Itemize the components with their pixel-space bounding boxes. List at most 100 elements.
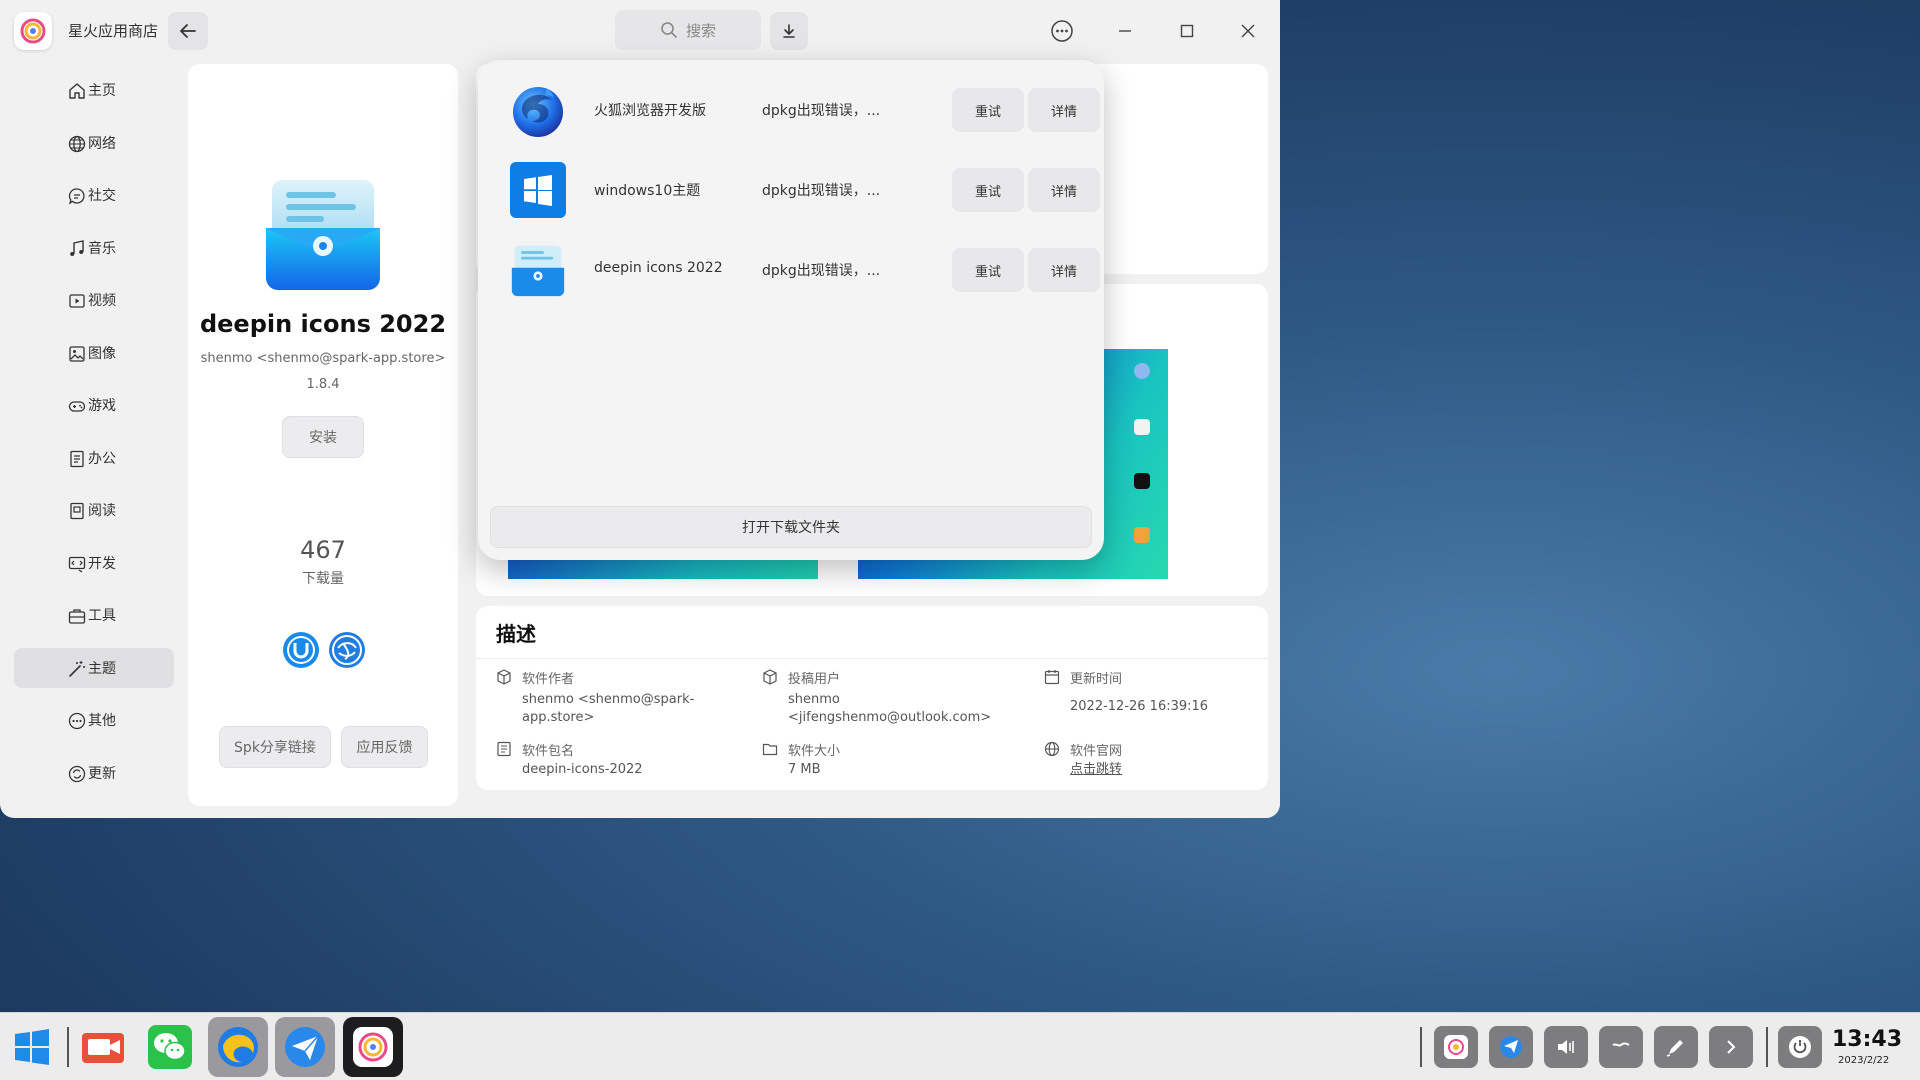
video-icon — [69, 294, 85, 308]
tray-expand-button[interactable] — [1709, 1026, 1753, 1068]
field-value: shenmo — [788, 692, 840, 707]
deepin-icons-icon — [510, 242, 566, 298]
maximize-button[interactable] — [1170, 14, 1204, 48]
windows-logo-icon — [510, 162, 566, 218]
open-download-folder-button[interactable]: 打开下载文件夹 — [490, 506, 1092, 548]
share-link-button[interactable]: Spk分享链接 — [219, 726, 331, 768]
app-author: shenmo <shenmo@spark-app.store> — [200, 351, 446, 366]
music-note-icon — [70, 239, 84, 256]
retry-button[interactable]: 重试 — [952, 168, 1024, 212]
sidebar-item-tools[interactable]: 工具 — [14, 595, 174, 635]
taskbar-separator — [1420, 1027, 1422, 1067]
image-icon — [69, 345, 85, 362]
field-value: <jifengshenmo@outlook.com> — [788, 710, 992, 725]
sidebar-item-development[interactable]: 开发 — [14, 543, 174, 583]
search-input[interactable]: 搜索 — [615, 10, 761, 50]
sidebar-item-updates[interactable]: 更新 — [14, 753, 174, 793]
maximize-icon — [1180, 24, 1194, 38]
back-button[interactable] — [168, 12, 208, 50]
calendar-icon — [1044, 670, 1060, 685]
browser-icon — [218, 1027, 258, 1067]
taskbar-app-spark-store[interactable] — [343, 1017, 403, 1077]
sidebar-item-label: 图像 — [88, 345, 116, 362]
sidebar-item-label: 网络 — [88, 135, 116, 152]
sidebar-item-other[interactable]: 其他 — [14, 700, 174, 740]
menu-button[interactable] — [1045, 14, 1079, 48]
install-button[interactable]: 安装 — [282, 416, 364, 458]
sidebar-item-label: 阅读 — [88, 503, 116, 519]
sidebar-item-games[interactable]: 游戏 — [14, 385, 174, 425]
website-field: 软件官网 点击跳转 — [1044, 740, 1254, 779]
clock-time[interactable]: 13:43 — [1832, 1027, 1902, 1052]
wired-network-icon — [1612, 1042, 1630, 1047]
sidebar-item-home[interactable]: 主页 — [14, 70, 174, 110]
printer-icon — [1134, 419, 1150, 435]
download-item-name: windows10主题 — [594, 183, 701, 199]
download-item-status: dpkg出现错误，... — [762, 263, 881, 279]
feedback-button[interactable]: 应用反馈 — [341, 726, 428, 768]
code-icon — [68, 556, 86, 573]
taskbar: 13:43 2023/2/22 — [0, 1012, 1920, 1080]
spark-store-logo-icon — [353, 1027, 393, 1067]
firefox-dev-icon — [510, 82, 566, 138]
taskbar-separator — [67, 1027, 69, 1067]
package-box-icon — [497, 669, 511, 685]
tray-spark-store[interactable] — [1434, 1026, 1478, 1068]
folder-icon — [762, 743, 778, 756]
field-value: shenmo <shenmo@spark- — [522, 692, 695, 707]
start-menu-button[interactable] — [2, 1017, 62, 1077]
sidebar-item-network[interactable]: 网络 — [14, 123, 174, 163]
download-item: deepin icons 2022 dpkg出现错误，... 重试 详情 — [510, 240, 1100, 300]
tray-network[interactable] — [1599, 1026, 1643, 1068]
downloads-button[interactable] — [770, 12, 808, 50]
field-value: deepin-icons-2022 — [522, 762, 643, 777]
close-button[interactable] — [1231, 14, 1265, 48]
tray-pen-tool[interactable] — [1654, 1026, 1698, 1068]
sidebar-item-music[interactable]: 音乐 — [14, 228, 174, 268]
description-card: 描述 软件作者 shenmo <shenmo@spark- app.store>… — [476, 606, 1268, 790]
clock-date[interactable]: 2023/2/22 — [1838, 1055, 1889, 1066]
taskbar-app-wechat[interactable] — [140, 1017, 200, 1077]
taskbar-app-browser[interactable] — [208, 1017, 268, 1077]
more-circle-icon — [1051, 20, 1073, 42]
taskbar-separator — [1766, 1027, 1768, 1067]
download-item-status: dpkg出现错误，... — [762, 103, 881, 119]
field-value: 7 MB — [788, 762, 821, 777]
document-icon — [70, 450, 84, 467]
tray-volume[interactable] — [1544, 1026, 1588, 1068]
field-label: 软件包名 — [522, 744, 575, 759]
field-value: app.store> — [522, 710, 595, 725]
minimize-button[interactable] — [1108, 14, 1142, 48]
details-button[interactable]: 详情 — [1028, 168, 1100, 212]
retry-button[interactable]: 重试 — [952, 248, 1024, 292]
sidebar-item-office[interactable]: 办公 — [14, 438, 174, 478]
sidebar-item-social[interactable]: 社交 — [14, 175, 174, 215]
screen-recorder-icon — [82, 1033, 124, 1063]
supported-os-icons — [282, 631, 366, 671]
paper-plane-icon — [1500, 1036, 1522, 1058]
divider — [476, 658, 1268, 659]
power-button[interactable] — [1778, 1026, 1822, 1068]
app-version: 1.8.4 — [306, 377, 340, 392]
details-button[interactable]: 详情 — [1028, 248, 1100, 292]
taskbar-app-screen-recorder[interactable] — [73, 1017, 133, 1077]
download-item: windows10主题 dpkg出现错误，... 重试 详情 — [510, 160, 1100, 220]
website-link[interactable]: 点击跳转 — [1070, 761, 1254, 779]
more-icon — [68, 712, 86, 730]
deepin-icons-app-icon — [262, 172, 384, 294]
sidebar-item-video[interactable]: 视频 — [14, 280, 174, 320]
details-button[interactable]: 详情 — [1028, 88, 1100, 132]
description-title: 描述 — [496, 622, 536, 646]
taskbar-app-messenger[interactable] — [275, 1017, 335, 1077]
updated-field: 更新时间 2022-12-26 16:39:16 — [1044, 668, 1254, 716]
sidebar-item-reading[interactable]: 阅读 — [14, 490, 174, 530]
sidebar-item-themes[interactable]: 主题 — [14, 647, 174, 688]
sidebar-item-image[interactable]: 图像 — [14, 333, 174, 373]
tray-messenger[interactable] — [1489, 1026, 1533, 1068]
retry-button[interactable]: 重试 — [952, 88, 1024, 132]
document-icon — [497, 741, 511, 757]
app-window: 星火应用商店 搜索 主页 网络 社交 音乐 视频 图像 游戏 办公 阅读 开发 … — [0, 0, 1280, 818]
update-icon — [68, 765, 86, 782]
globe-icon — [68, 135, 86, 152]
book-icon — [70, 502, 84, 520]
